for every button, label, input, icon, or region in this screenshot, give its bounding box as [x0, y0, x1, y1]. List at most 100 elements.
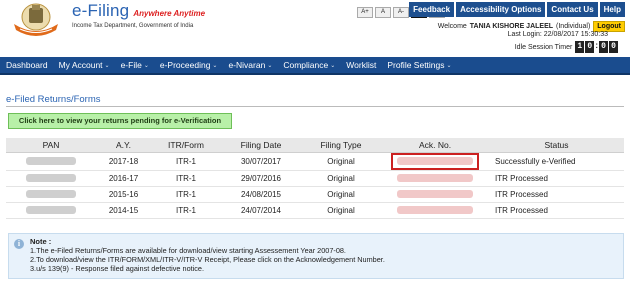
- table-row: 2014-15 ITR-1 24/07/2014 Original ITR Pr…: [6, 202, 624, 219]
- timer-colon: :: [595, 41, 598, 50]
- brand-title[interactable]: e-Filing: [72, 1, 129, 20]
- page-title: e-Filed Returns/Forms: [6, 94, 101, 105]
- filing-type-cell: Original: [301, 152, 381, 171]
- nav-item-profile-settings[interactable]: Profile Settings ⌄: [387, 60, 451, 70]
- header: e-Filing Anywhere Anytime Income Tax Depa…: [0, 0, 630, 57]
- column-header: Ack. No.: [381, 138, 489, 153]
- table-header-row: PAN A.Y. ITR/Form Filing Date Filing Typ…: [6, 138, 624, 153]
- nav-item-label: Compliance: [283, 60, 329, 70]
- filing-type-cell: Original: [301, 186, 381, 203]
- chevron-down-icon: ⌄: [212, 62, 218, 69]
- nav-item-label: Worklist: [346, 60, 377, 70]
- ack-number-link[interactable]: [397, 157, 473, 166]
- ack-number-link[interactable]: [397, 174, 473, 183]
- form-cell: ITR-1: [151, 202, 221, 219]
- ack-highlight-box: [391, 152, 479, 170]
- nav-item-worklist[interactable]: Worklist: [346, 60, 376, 70]
- last-login: Last Login: 22/08/2017 15:30:33: [507, 31, 608, 38]
- nav-item-dashboard[interactable]: Dashboard: [6, 60, 48, 70]
- timer-digit: 0: [599, 41, 608, 53]
- timer-digits: 1 0 : 0 0: [575, 41, 618, 53]
- status-cell: ITR Processed: [489, 202, 624, 219]
- filing-date-cell: 30/07/2017: [221, 152, 301, 171]
- brand-tagline: Anywhere Anytime: [133, 9, 206, 18]
- nav-item-my-account[interactable]: My Account ⌄: [59, 60, 110, 70]
- nav-item-label: My Account: [58, 60, 103, 70]
- ack-no-cell: [381, 152, 489, 171]
- divider: [6, 106, 624, 107]
- table-row: 2015-16 ITR-1 24/08/2015 Original ITR Pr…: [6, 186, 624, 203]
- note-box: i Note : 1.The e-Filed Returns/Forms are…: [8, 233, 624, 279]
- note-line: 2.To download/view the ITR/FORM/XML/ITR-…: [30, 255, 385, 264]
- font-decrease-button[interactable]: A-: [393, 7, 409, 18]
- returns-table: PAN A.Y. ITR/Form Filing Date Filing Typ…: [6, 138, 624, 219]
- ack-no-cell: [381, 186, 489, 203]
- ay-cell: 2015-16: [96, 186, 151, 203]
- nav-item-label: e-File: [120, 60, 142, 70]
- redacted-pan: [26, 174, 76, 183]
- filing-date-cell: 24/07/2014: [221, 202, 301, 219]
- nav-item-label: e-Proceeding: [159, 60, 211, 70]
- emblem-logo-icon[interactable]: [10, 2, 62, 38]
- ack-number-link[interactable]: [397, 206, 473, 215]
- contact-us-link[interactable]: Contact Us: [547, 2, 598, 17]
- filing-date-cell: 24/08/2015: [221, 186, 301, 203]
- font-increase-button[interactable]: A+: [357, 7, 373, 18]
- note-title: Note :: [30, 237, 52, 246]
- nav-item-e-file[interactable]: e-File ⌄: [121, 60, 149, 70]
- returns-table-wrapper: PAN A.Y. ITR/Form Filing Date Filing Typ…: [6, 138, 624, 219]
- pan-cell: [6, 152, 96, 171]
- redacted-pan: [26, 206, 76, 215]
- pan-cell: [6, 186, 96, 203]
- timer-digit: 0: [609, 41, 618, 53]
- chevron-down-icon: ⌄: [104, 62, 110, 69]
- form-cell: ITR-1: [151, 186, 221, 203]
- user-name: TANIA KISHORE JALEEL: [469, 23, 554, 30]
- form-cell: ITR-1: [151, 152, 221, 171]
- chevron-down-icon: ⌄: [267, 62, 273, 69]
- column-header: Filing Date: [221, 138, 301, 153]
- status-cell: Successfully e-Verified: [489, 152, 624, 171]
- nav-item-compliance[interactable]: Compliance ⌄: [283, 60, 335, 70]
- note-line: 1.The e-Filed Returns/Forms are availabl…: [30, 246, 346, 255]
- info-icon: i: [14, 239, 24, 249]
- nav-item-e-nivaran[interactable]: e-Nivaran ⌄: [228, 60, 272, 70]
- pan-cell: [6, 202, 96, 219]
- column-header: PAN: [6, 138, 96, 153]
- brand: e-Filing Anywhere Anytime: [72, 1, 205, 21]
- pending-everification-button[interactable]: Click here to view your returns pending …: [8, 113, 232, 129]
- ack-number-link[interactable]: [397, 190, 473, 199]
- status-cell: ITR Processed: [489, 170, 624, 187]
- filing-date-cell: 29/07/2016: [221, 170, 301, 187]
- table-row: 2016-17 ITR-1 29/07/2016 Original ITR Pr…: [6, 170, 624, 187]
- brand-subtitle: Income Tax Department, Government of Ind…: [72, 23, 194, 29]
- ay-cell: 2017-18: [96, 152, 151, 171]
- pan-cell: [6, 170, 96, 187]
- welcome-prefix: Welcome: [437, 23, 467, 30]
- redacted-pan: [26, 157, 76, 166]
- timer-digit: 1: [575, 41, 585, 53]
- note-line: 3.u/s 139(9) - Response filed against de…: [30, 264, 205, 273]
- status-cell: ITR Processed: [489, 186, 624, 203]
- ack-no-cell: [381, 170, 489, 187]
- idle-timer-label: Idle Session Timer: [514, 43, 573, 51]
- nav-item-e-proceeding[interactable]: e-Proceeding ⌄: [160, 60, 218, 70]
- nav-item-label: e-Nivaran: [228, 60, 266, 70]
- column-header: Filing Type: [301, 138, 381, 153]
- filing-type-cell: Original: [301, 202, 381, 219]
- accessibility-options-link[interactable]: Accessibility Options: [456, 2, 546, 17]
- chevron-down-icon: ⌄: [330, 62, 336, 69]
- font-normal-button[interactable]: A: [375, 7, 391, 18]
- help-link[interactable]: Help: [599, 2, 625, 17]
- form-cell: ITR-1: [151, 170, 221, 187]
- main-nav: Dashboard My Account ⌄ e-File ⌄ e-Proceedi…: [0, 57, 630, 75]
- ay-cell: 2014-15: [96, 202, 151, 219]
- feedback-link[interactable]: Feedback: [409, 2, 455, 17]
- ay-cell: 2016-17: [96, 170, 151, 187]
- nav-item-label: Profile Settings: [387, 60, 445, 70]
- column-header: A.Y.: [96, 138, 151, 153]
- idle-session-timer: Idle Session Timer 1 0 : 0 0: [515, 41, 618, 53]
- user-type: (Individual): [556, 23, 591, 30]
- chevron-down-icon: ⌄: [143, 62, 149, 69]
- top-links: Feedback Accessibility Options Contact U…: [409, 2, 625, 17]
